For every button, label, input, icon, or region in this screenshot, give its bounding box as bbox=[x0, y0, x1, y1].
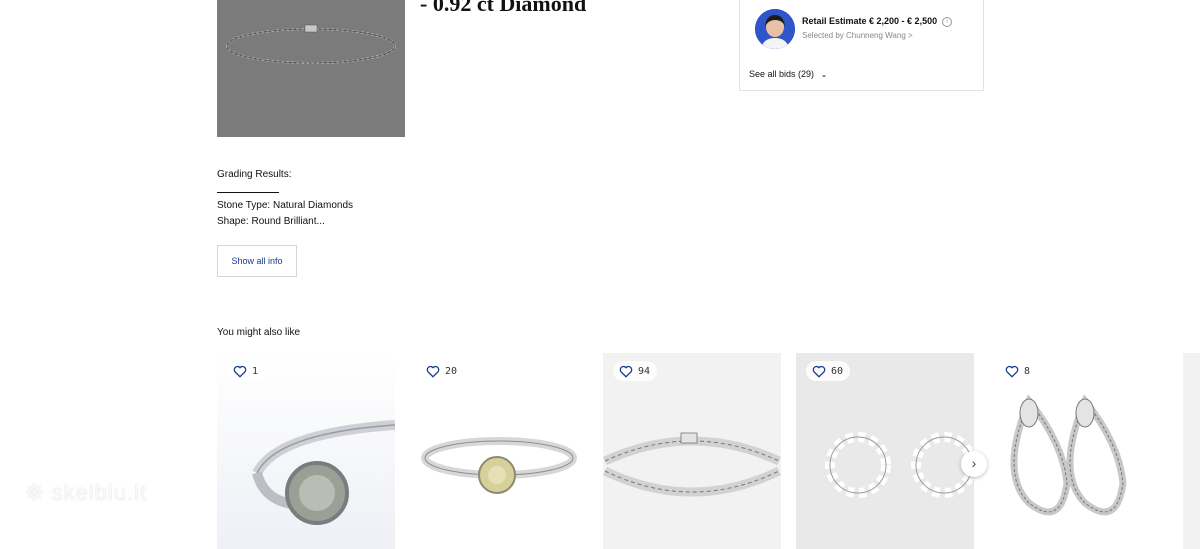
selected-by-link[interactable]: Selected by Chunneng Wang > bbox=[802, 31, 913, 40]
chevron-right-icon: › bbox=[971, 455, 977, 471]
retail-estimate: Retail Estimate € 2,200 - € 2,500 i bbox=[802, 16, 953, 27]
favorite-button[interactable]: 94 bbox=[613, 361, 658, 381]
watermark: ❋ skelbiu.lt bbox=[25, 480, 147, 506]
carousel-next-button[interactable]: › bbox=[961, 451, 987, 477]
stone-shape: Shape: Round Brilliant... bbox=[217, 216, 325, 227]
ring-image bbox=[252, 420, 395, 525]
stone-type: Stone Type: Natural Diamonds bbox=[217, 200, 354, 211]
see-all-bids-label: See all bids (29) bbox=[749, 69, 815, 79]
earrings-image bbox=[825, 432, 974, 498]
favorite-button[interactable]: 20 bbox=[420, 361, 465, 381]
ring-image bbox=[421, 437, 577, 494]
bracelet-image bbox=[226, 24, 396, 64]
retail-estimate-text: Retail Estimate € 2,200 - € 2,500 bbox=[802, 16, 938, 26]
see-all-bids-button[interactable]: See all bids (29) ⌄ bbox=[749, 69, 827, 79]
avatar bbox=[755, 9, 795, 49]
bracelet-image bbox=[603, 432, 781, 497]
divider bbox=[217, 192, 279, 193]
info-icon[interactable]: i bbox=[942, 16, 953, 27]
recommendation-card[interactable]: 60 bbox=[796, 353, 974, 549]
like-count: 94 bbox=[638, 365, 651, 377]
favorite-button[interactable]: 60 bbox=[806, 361, 851, 381]
watermark-text: skelbiu.lt bbox=[51, 480, 148, 505]
like-count: 60 bbox=[831, 365, 844, 377]
drop-earrings-image bbox=[1010, 394, 1127, 516]
recommendation-card[interactable]: 1 bbox=[217, 353, 395, 549]
like-count: 8 bbox=[1024, 365, 1031, 377]
heart-icon bbox=[619, 365, 633, 378]
grading-title: Grading Results: bbox=[217, 169, 292, 180]
recommendation-card[interactable]: 20 bbox=[410, 353, 588, 549]
heart-icon bbox=[1005, 365, 1019, 378]
like-count: 20 bbox=[445, 365, 458, 377]
show-all-info-button[interactable]: Show all info bbox=[217, 245, 297, 277]
product-image[interactable] bbox=[217, 0, 405, 137]
recommendations-heading: You might also like bbox=[217, 327, 301, 338]
recommendation-card[interactable]: 94 bbox=[603, 353, 781, 549]
bid-card: Retail Estimate € 2,200 - € 2,500 i Selec… bbox=[739, 0, 984, 91]
chevron-down-icon: ⌄ bbox=[820, 70, 828, 79]
watermark-logo-icon: ❋ bbox=[25, 480, 45, 505]
heart-icon bbox=[426, 365, 440, 378]
recommendation-card[interactable]: 8 bbox=[989, 353, 1167, 549]
recommendation-card-partial[interactable] bbox=[1183, 353, 1200, 549]
like-count: 1 bbox=[252, 365, 259, 377]
product-title: - 0.92 ct Diamond bbox=[420, 0, 587, 16]
heart-icon bbox=[233, 365, 247, 378]
favorite-button[interactable]: 8 bbox=[999, 361, 1038, 381]
favorite-button[interactable]: 1 bbox=[227, 361, 266, 381]
heart-icon bbox=[812, 365, 826, 378]
